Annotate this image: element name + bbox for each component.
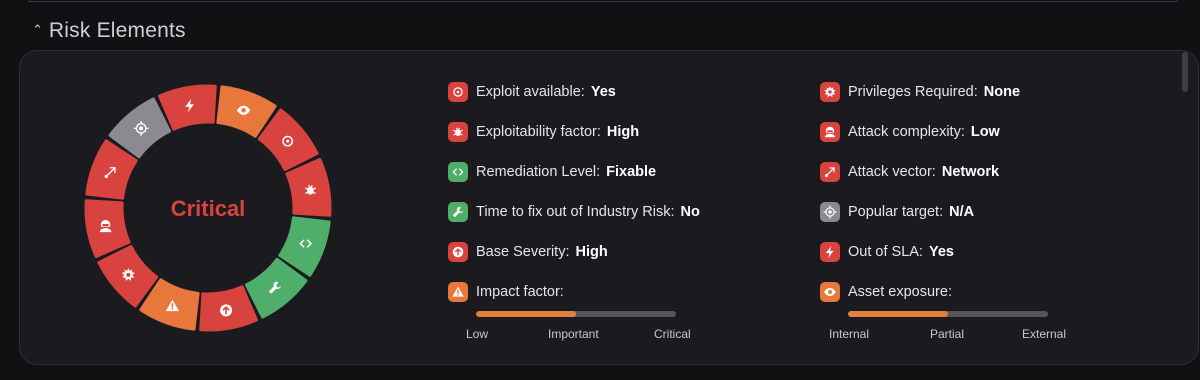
attribute-label: Attack vector: <box>848 164 936 180</box>
attribute-label: Attack complexity: <box>848 124 965 140</box>
attribute-row: Out of SLA: Yes <box>820 240 1020 264</box>
attribute-label: Out of SLA: <box>848 244 923 260</box>
attribute-value: None <box>983 84 1021 100</box>
attribute-value: High <box>575 244 608 260</box>
attribute-value: Low <box>970 124 1000 140</box>
attribute-value: No <box>680 204 700 220</box>
eye-icon <box>820 282 840 302</box>
section-toggle[interactable]: ⌃ Risk Elements <box>32 16 186 46</box>
attribute-value: High <box>606 124 640 140</box>
attribute-label: Exploitability factor: <box>476 124 601 140</box>
risk-ring: Critical <box>84 84 332 332</box>
attribute-row: Popular target: N/A <box>820 200 1020 224</box>
attribute-label: Remediation Level: <box>476 164 601 180</box>
exposure-scale-label-partial: Partial <box>930 327 965 341</box>
vector-arrow-icon <box>820 162 840 182</box>
impact-scale-label-important: Important <box>548 327 599 341</box>
attribute-label: Time to fix out of Industry Risk: <box>476 204 675 220</box>
attribute-label: Asset exposure: <box>848 284 952 300</box>
lightning-icon <box>820 242 840 262</box>
attribute-row: Attack vector: Network <box>820 160 1020 184</box>
ring-segment[interactable] <box>158 84 217 131</box>
exposure-scale-label-internal: Internal <box>829 327 870 341</box>
biohazard-icon <box>448 82 468 102</box>
attribute-label: Popular target: <box>848 204 944 220</box>
attribute-label: Impact factor: <box>476 284 564 300</box>
attribute-row: Remediation Level: Fixable <box>448 160 700 184</box>
arrow-up-circle-icon <box>220 304 233 317</box>
impact-scale-track <box>476 311 676 317</box>
exposure-scale-track <box>848 311 1048 317</box>
attribute-label: Base Severity: <box>476 244 570 260</box>
wrench-icon <box>448 202 468 222</box>
attribute-row: Exploit available: Yes <box>448 80 700 104</box>
impact-scale-label-low: Low <box>466 327 489 341</box>
bug-icon <box>448 122 468 142</box>
attribute-label: Exploit available: <box>476 84 585 100</box>
attribute-label: Privileges Required: <box>848 84 978 100</box>
exposure-scale-label-external: External <box>1022 327 1067 341</box>
attribute-value: Yes <box>590 84 616 100</box>
code-icon <box>448 162 468 182</box>
target-icon <box>820 202 840 222</box>
warning-icon <box>448 282 468 302</box>
hacker-icon <box>820 122 840 142</box>
attribute-row: Attack complexity: Low <box>820 120 1020 144</box>
top-divider <box>28 0 1178 2</box>
section-title: Risk Elements <box>48 19 186 42</box>
attribute-row: Base Severity: High <box>448 240 700 264</box>
attribute-row: Impact factor: <box>448 280 700 304</box>
attribute-value: Fixable <box>606 164 657 180</box>
attribute-row: Privileges Required: None <box>820 80 1020 104</box>
arrow-up-circle-icon <box>448 242 468 262</box>
attribute-value: N/A <box>949 204 975 220</box>
impact-scale-fill <box>476 311 576 317</box>
right-attribute-list: Privileges Required: None Attack complexit… <box>820 80 1020 320</box>
attribute-value: Yes <box>928 244 954 260</box>
attribute-row: Time to fix out of Industry Risk: No <box>448 200 700 224</box>
risk-level-label: Critical <box>171 196 246 221</box>
attribute-value: Network <box>941 164 1000 180</box>
scrollbar-thumb[interactable] <box>1182 52 1188 92</box>
chevron-up-icon: ⌃ <box>32 22 43 37</box>
exposure-scale-fill <box>848 311 948 317</box>
left-attribute-list: Exploit available: Yes Exploitability fact… <box>448 80 700 320</box>
scrollbar[interactable] <box>1180 52 1194 112</box>
impact-scale-label-critical: Critical <box>654 327 691 341</box>
attribute-row: Asset exposure: <box>820 280 1020 304</box>
attribute-row: Exploitability factor: High <box>448 120 700 144</box>
burst-icon <box>820 82 840 102</box>
